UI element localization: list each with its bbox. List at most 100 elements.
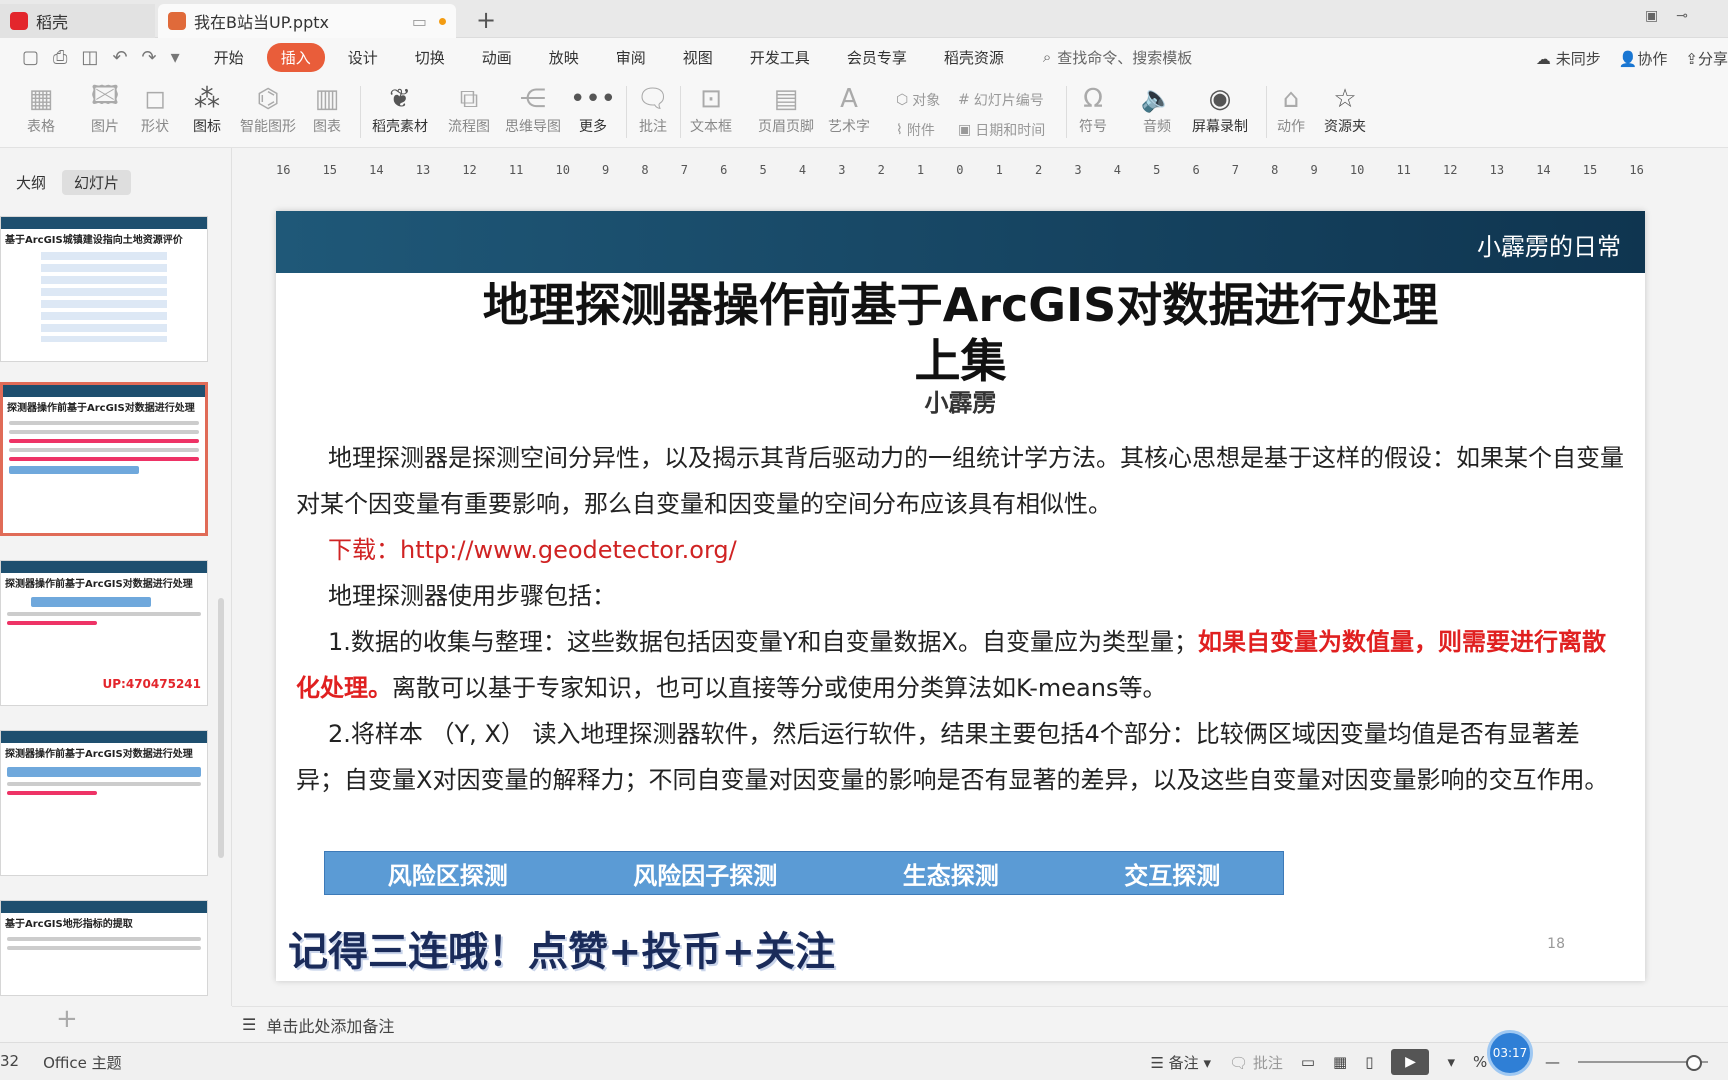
shape-label: 形状 [141, 119, 169, 135]
download-link[interactable]: 下载：http://www.geodetector.org/ [296, 527, 1626, 573]
ruler-tick: 13 [415, 163, 431, 177]
icon-button[interactable]: ⁂ 图标 [190, 82, 224, 136]
audio-button[interactable]: 🔈 音频 [1140, 82, 1174, 136]
save-icon[interactable]: ▢ [22, 47, 39, 68]
zoom-out-icon[interactable]: — [1545, 1053, 1560, 1071]
slide-title[interactable]: 地理探测器操作前基于ArcGIS对数据进行处理 上集 [276, 277, 1645, 389]
call-to-action-text[interactable]: 记得三连哦！点赞+投币+关注 [288, 919, 835, 977]
share-button[interactable]: ⇪分享 [1685, 48, 1728, 69]
more-button[interactable]: ••• 更多 [570, 82, 616, 136]
reading-view-icon[interactable]: ▯ [1365, 1053, 1373, 1071]
thumb-text-line [7, 782, 201, 786]
textbox-button[interactable]: ⊡ 文本框 [690, 82, 732, 136]
preview-icon[interactable]: ◫ [81, 47, 98, 68]
picture-button[interactable]: 🖾 图片 [88, 81, 122, 136]
ruler-tick: 12 [462, 163, 477, 177]
symbol-label: 符号 [1079, 119, 1107, 135]
menu-animation[interactable]: 动画 [468, 43, 526, 72]
menu-member[interactable]: 会员专享 [833, 43, 921, 72]
action-button[interactable]: ⌂ 动作 [1274, 82, 1308, 136]
header-footer-button[interactable]: ▤ 页眉页脚 [758, 82, 814, 136]
slide-header-text: 小霹雳的日常 [1477, 233, 1621, 261]
window-count-icon[interactable]: ▣ [1645, 8, 1658, 24]
shape-button[interactable]: ◻ 形状 [138, 82, 172, 136]
menu-review[interactable]: 审阅 [602, 43, 660, 72]
slide-count: 32 [0, 1052, 20, 1070]
comment-icon: 🗨 [636, 84, 670, 114]
chart-button[interactable]: ▥ 图表 [310, 82, 344, 136]
slide-thumbnail[interactable]: 基于ArcGIS地形指标的提取 [0, 900, 208, 996]
play-slideshow-button[interactable]: ▶ [1391, 1049, 1430, 1075]
title-bar: 稻壳 我在B站当UP.pptx ▭ + ▣ ⊸ [0, 0, 1728, 38]
slide-page-number: 18 [1547, 936, 1565, 952]
wordart-button[interactable]: A 艺术字 [828, 82, 870, 136]
screen-rec-label: 屏幕录制 [1192, 119, 1248, 135]
normal-view-icon[interactable]: ▭ [1301, 1053, 1315, 1071]
play-dropdown-icon[interactable]: ▾ [1447, 1053, 1455, 1071]
datetime-button[interactable]: ▣ 日期和时间 [958, 120, 1045, 140]
flowchart-button[interactable]: ⧉ 流程图 [448, 82, 490, 136]
comment-toggle[interactable]: 🗨 批注 [1229, 1052, 1283, 1073]
tab-slides[interactable]: 幻灯片 [62, 170, 132, 195]
grid-view-icon[interactable]: ▦ [1333, 1053, 1347, 1071]
attachment-button[interactable]: ⌇ 附件 [896, 120, 935, 140]
slide-header-bar: 小霹雳的日常 [276, 211, 1645, 273]
collaborate-button[interactable]: 👤协作 [1619, 48, 1668, 69]
pin-icon[interactable]: ⊸ [1676, 8, 1688, 24]
ruler-tick: 5 [1153, 163, 1161, 177]
table-button[interactable]: ▦ 表格 [24, 82, 58, 136]
redo-icon[interactable]: ↷ [142, 47, 157, 68]
notes-toggle[interactable]: ☰ 备注 ▾ [1150, 1052, 1211, 1073]
screen-record-button[interactable]: ◉ 屏幕录制 [1192, 82, 1248, 136]
thumb-header [1, 217, 207, 229]
zoom-slider[interactable] [1578, 1055, 1708, 1071]
resource-folder-button[interactable]: ☆ 资源夹 [1324, 82, 1366, 136]
speaker-icon: 🔈 [1140, 84, 1174, 114]
slide-thumbnail[interactable]: 探测器操作前基于ArcGIS对数据进行处理 [0, 730, 208, 876]
menu-start[interactable]: 开始 [200, 43, 258, 72]
menu-slideshow[interactable]: 放映 [535, 43, 593, 72]
table-label: 表格 [27, 119, 55, 135]
slide-body-text[interactable]: 地理探测器是探测空间分异性，以及揭示其背后驱动力的一组统计学方法。其核心思想是基… [296, 435, 1626, 803]
interaction-detector: 交互探测 [1124, 861, 1221, 890]
smart-art-button[interactable]: ⌬ 智能图形 [240, 82, 296, 136]
comment-button[interactable]: 🗨 批注 [636, 82, 670, 136]
object-button[interactable]: ⬡ 对象 [896, 90, 940, 110]
ruler-tick: 10 [1349, 163, 1365, 177]
mindmap-button[interactable]: ⋲ 思维导图 [505, 82, 561, 136]
command-search[interactable]: ⌕ 查找命令、搜索模板 [1043, 47, 1192, 68]
menu-design[interactable]: 设计 [334, 43, 392, 72]
detector-types-bar[interactable]: 风险区探测 风险因子探测 生态探测 交互探测 [324, 851, 1284, 895]
menu-developer[interactable]: 开发工具 [736, 43, 824, 72]
menu-view[interactable]: 视图 [669, 43, 727, 72]
symbol-button[interactable]: Ω 符号 [1076, 82, 1110, 136]
slide-thumbnail[interactable]: 基于ArcGIS城镇建设指向土地资源评价 [0, 216, 208, 362]
app-tab[interactable]: 稻壳 [0, 4, 155, 38]
menu-transition[interactable]: 切换 [401, 43, 459, 72]
slide-thumbnail[interactable]: 探测器操作前基于ArcGIS对数据进行处理 UP:470475241 [0, 560, 208, 706]
sync-status[interactable]: ☁ 未同步 [1536, 48, 1601, 69]
tab-outline[interactable]: 大纲 [8, 170, 54, 195]
new-tab-button[interactable]: + [476, 6, 496, 34]
slide-canvas[interactable]: 小霹雳的日常 地理探测器操作前基于ArcGIS对数据进行处理 上集 小霹雳 地理… [276, 211, 1645, 981]
thumbnail-scrollbar[interactable] [218, 598, 224, 858]
slide-number-button[interactable]: # 幻灯片编号 [958, 90, 1044, 110]
mindmap-icon: ⋲ [520, 84, 546, 114]
slide-author[interactable]: 小霹雳 [276, 383, 1645, 418]
menu-insert[interactable]: 插入 [266, 42, 325, 72]
ruler-tick: 6 [1192, 163, 1200, 177]
document-tab[interactable]: 我在B站当UP.pptx ▭ [158, 4, 456, 38]
search-icon: ⌕ [1042, 48, 1052, 66]
monitor-icon[interactable]: ▭ [412, 12, 427, 31]
slide-thumbnail-selected[interactable]: 探测器操作前基于ArcGIS对数据进行处理 [0, 382, 208, 536]
ruler-tick: 4 [1113, 163, 1121, 177]
theme-name[interactable]: Office 主题 [43, 1052, 122, 1073]
quick-access-dropdown-icon[interactable]: ▾ [171, 47, 180, 68]
docer-material-button[interactable]: ❦ 稻壳素材 [372, 82, 428, 136]
step1-text-b: 离散可以基于专家知识，也可以直接等分或使用分类算法如K-means等。 [392, 674, 1167, 702]
undo-icon[interactable]: ↶ [112, 47, 127, 68]
print-icon[interactable]: ⎙ [53, 47, 67, 68]
menu-docer-resources[interactable]: 稻壳资源 [930, 43, 1018, 72]
add-slide-button[interactable]: + [56, 1004, 78, 1034]
picture-icon: 🖾 [90, 81, 120, 111]
